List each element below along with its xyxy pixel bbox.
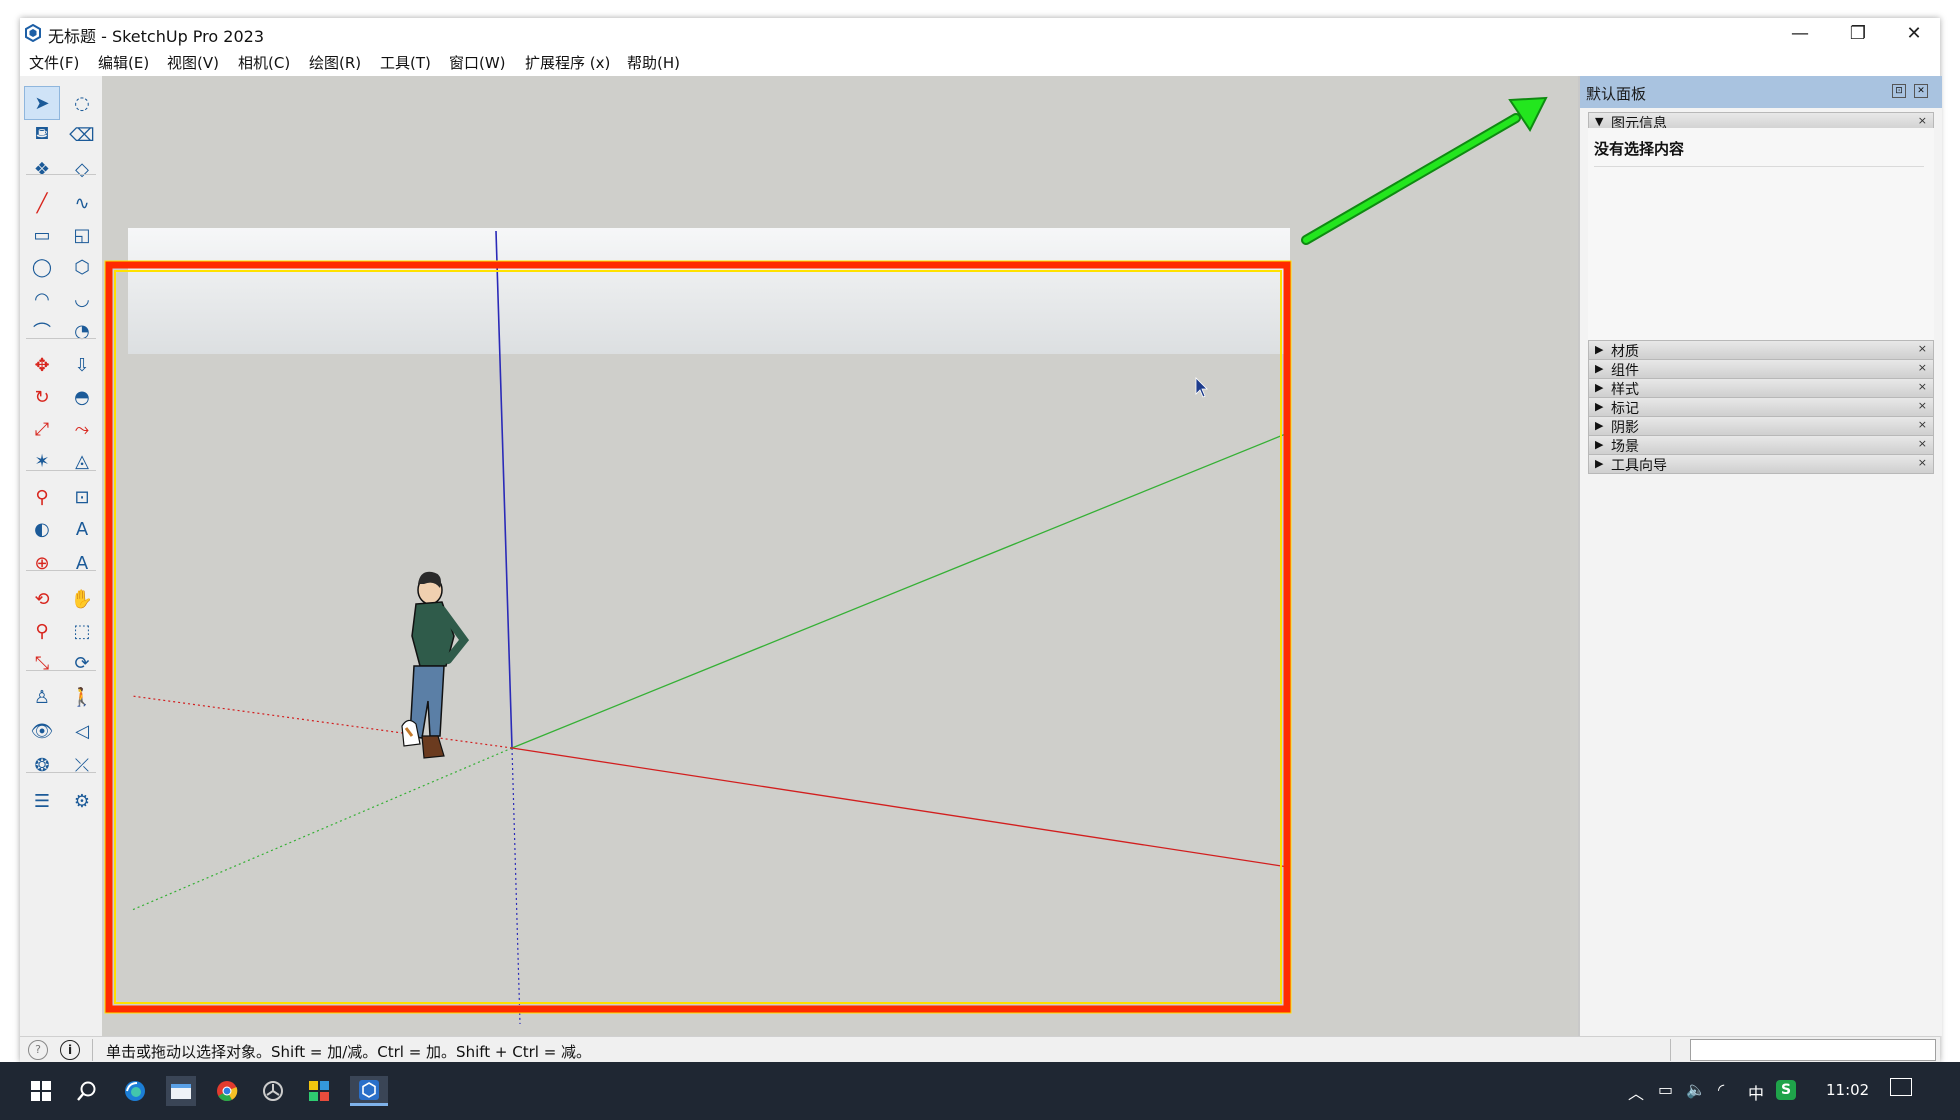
app-grid-icon[interactable] (304, 1076, 334, 1106)
windows-taskbar: ︿ ▭ 🔈 ◜ 中 S 11:02 (0, 1062, 1960, 1120)
wifi-icon[interactable]: ◜ (1718, 1080, 1724, 1099)
chevron-up-icon[interactable]: ︿ (1628, 1080, 1644, 1104)
speaker-icon[interactable]: 🔈 (1686, 1080, 1706, 1099)
annotation-overlay (104, 96, 1548, 1014)
chrome-icon[interactable] (212, 1076, 242, 1106)
unity-icon[interactable] (258, 1076, 288, 1106)
search-icon[interactable] (72, 1076, 102, 1106)
highlight-frame-outer (105, 261, 1291, 1013)
windows-start-icon[interactable] (26, 1076, 56, 1106)
highlight-frame (104, 260, 1292, 1014)
battery-icon[interactable]: ▭ (1658, 1080, 1673, 1099)
file-explorer-icon[interactable] (166, 1076, 196, 1106)
notification-center-icon[interactable] (1890, 1078, 1912, 1096)
edge-browser-icon[interactable] (120, 1076, 150, 1106)
sketchup-icon[interactable] (350, 1076, 388, 1106)
input-method-icon[interactable]: S (1776, 1080, 1796, 1100)
clock-time[interactable]: 11:02 (1826, 1081, 1869, 1099)
ime-indicator[interactable]: 中 (1748, 1080, 1764, 1104)
green-arrow (1301, 96, 1548, 245)
